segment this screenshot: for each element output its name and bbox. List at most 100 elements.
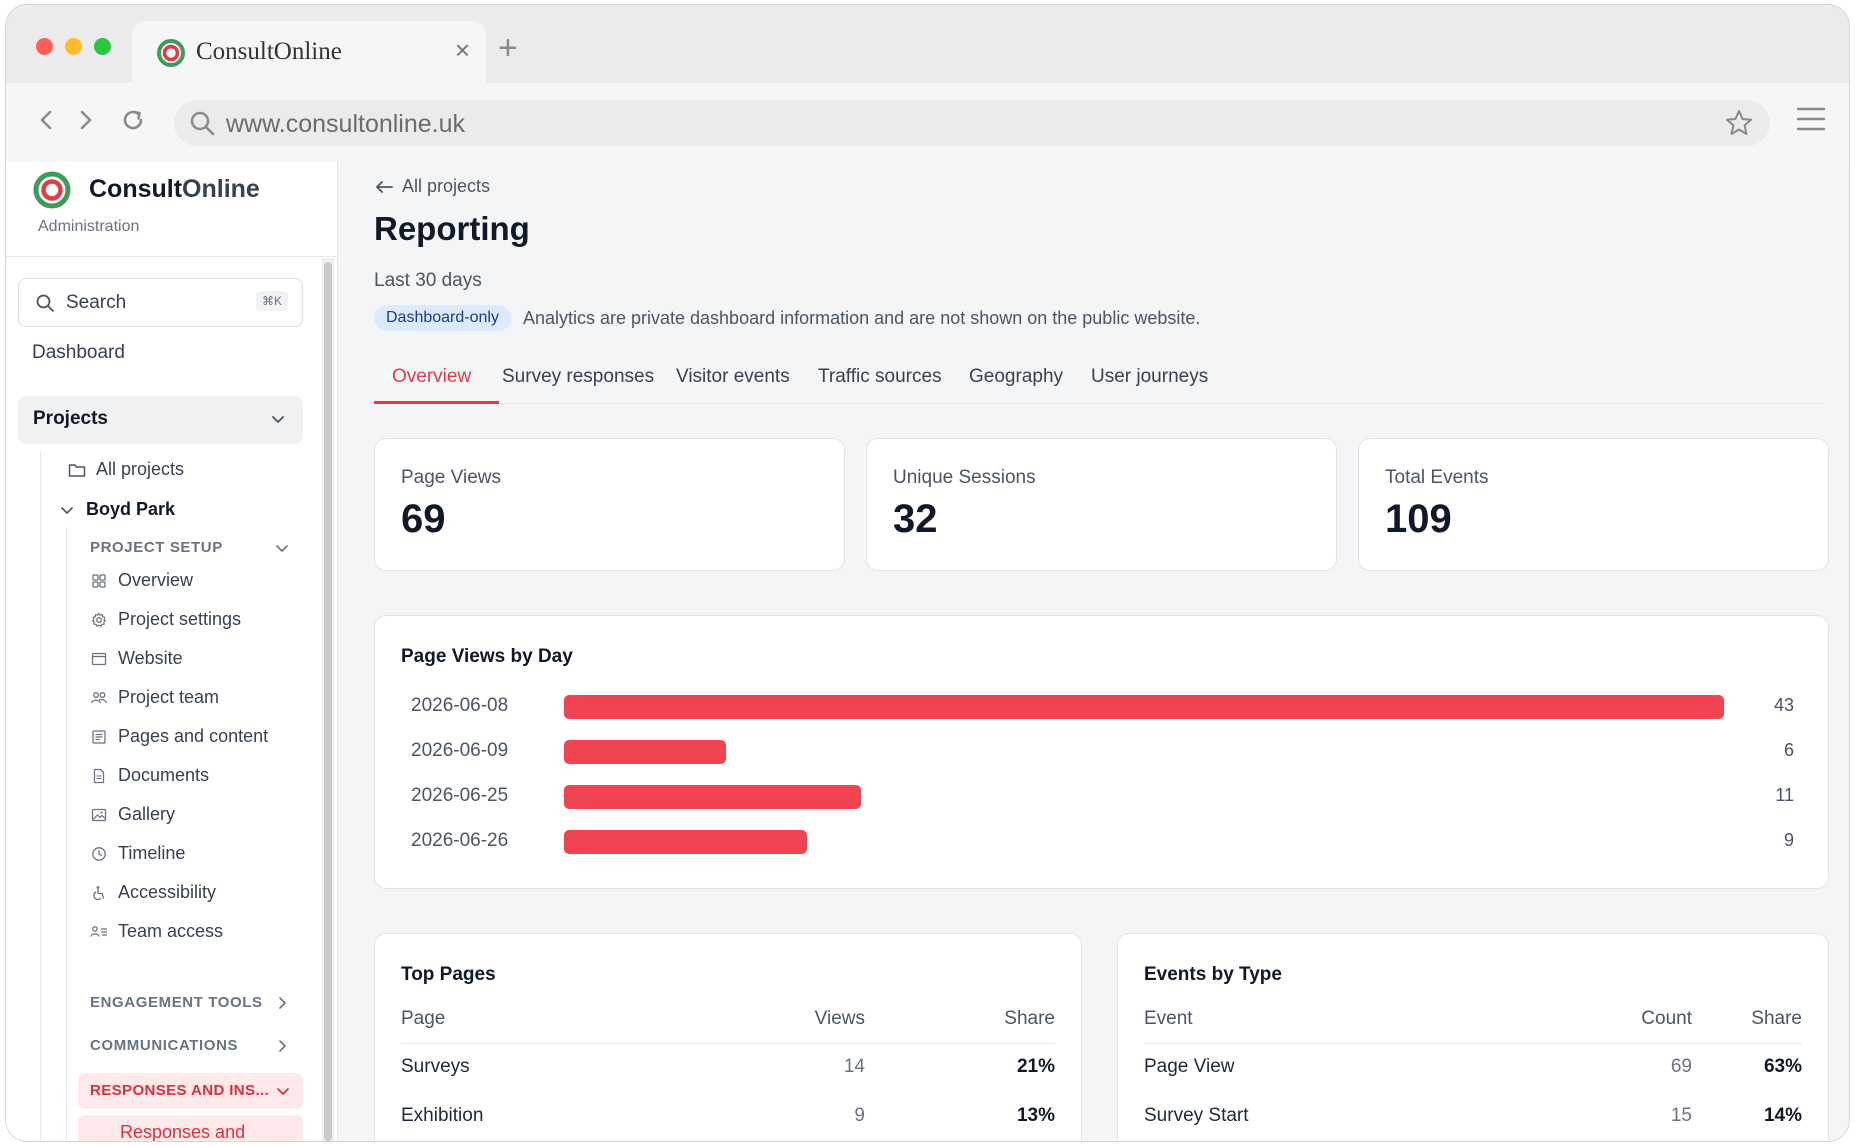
sidebar-item-team-access[interactable]: Team access: [90, 921, 223, 942]
dashboard-only-badge: Dashboard-only: [374, 305, 511, 331]
tab-survey-responses[interactable]: Survey responses: [502, 366, 654, 388]
group-header-project-setup[interactable]: PROJECT SETUP: [90, 539, 223, 556]
column-header: Views: [814, 1008, 865, 1029]
stat-label: Total Events: [1385, 467, 1489, 488]
chevron-down-icon: [277, 1088, 289, 1095]
bar-value: 11: [1775, 785, 1794, 805]
page-name: Exhibition: [401, 1105, 484, 1126]
tab-title: ConsultOnline: [196, 38, 342, 65]
page-views-count: 14: [843, 1056, 865, 1077]
bar-date: 2026-06-26: [411, 830, 509, 851]
sidebar-item-documents[interactable]: Documents: [90, 765, 209, 786]
bar-value: 43: [1773, 695, 1794, 715]
tab-overview[interactable]: Overview: [392, 366, 471, 388]
tab-user-journeys[interactable]: User journeys: [1091, 366, 1208, 388]
search-input[interactable]: Search ⌘K: [18, 278, 303, 327]
clock-icon: [90, 845, 108, 863]
bar-date: 2026-06-25: [411, 785, 509, 806]
tab-traffic-sources[interactable]: Traffic sources: [818, 366, 942, 388]
hamburger-menu-icon[interactable]: [1797, 107, 1825, 131]
sidebar-item-label: Projects: [33, 408, 108, 429]
column-header: Share: [1004, 1008, 1055, 1029]
stat-value: 109: [1385, 497, 1452, 541]
chevron-right-icon[interactable]: [274, 995, 290, 1011]
forward-arrow-icon[interactable]: [68, 103, 102, 137]
maximize-window-button[interactable]: [94, 38, 111, 55]
stat-card-page-views: Page Views 69: [374, 438, 845, 571]
tab-close-icon[interactable]: ×: [455, 37, 470, 63]
consultonline-logo-icon: [33, 171, 71, 209]
grid-icon: [90, 572, 108, 590]
minimize-window-button[interactable]: [65, 38, 82, 55]
gear-icon: [90, 611, 108, 629]
bar-row: 2026-06-08 43: [411, 692, 1794, 722]
tab-geography[interactable]: Geography: [969, 366, 1063, 388]
document-icon: [90, 767, 108, 785]
sidebar-item-accessibility[interactable]: Accessibility: [90, 882, 216, 903]
chevron-right-icon[interactable]: [274, 1038, 290, 1054]
group-header-communications[interactable]: COMMUNICATIONS: [90, 1037, 238, 1054]
close-window-button[interactable]: [36, 38, 53, 55]
event-share: 14%: [1763, 1105, 1802, 1126]
back-link-label: All projects: [402, 176, 491, 196]
bar-track: [564, 830, 1724, 854]
search-placeholder: Search: [66, 292, 127, 313]
back-arrow-icon[interactable]: [30, 103, 64, 137]
bar-fill: [564, 785, 861, 809]
sidebar-item-label: Accessibility: [118, 882, 217, 902]
consultonline-logo-icon: [157, 39, 185, 67]
page-views-count: 9: [854, 1105, 865, 1126]
sidebar-item-timeline[interactable]: Timeline: [90, 843, 185, 864]
sidebar-item-dashboard[interactable]: Dashboard: [32, 342, 125, 364]
bar-track: [564, 785, 1724, 809]
card-title: Top Pages: [401, 964, 496, 985]
browser-icon: [90, 650, 108, 668]
sidebar-item-all-projects[interactable]: All projects: [68, 459, 184, 480]
sidebar-scroll-thumb[interactable]: [324, 262, 332, 1141]
new-tab-button[interactable]: +: [498, 31, 518, 65]
bar-value: 6: [1783, 740, 1794, 760]
bar-row: 2026-06-25 11: [411, 782, 1794, 812]
back-to-all-projects-link[interactable]: All projects: [374, 176, 490, 197]
sidebar-item-gallery[interactable]: Gallery: [90, 804, 175, 825]
group-header-label: RESPONSES AND INS...: [90, 1082, 270, 1099]
sidebar-item-label: Documents: [118, 765, 210, 785]
sidebar-item-boyd-park[interactable]: Boyd Park: [58, 499, 175, 520]
group-header-responses-and-insights[interactable]: RESPONSES AND INS...: [78, 1073, 303, 1109]
sidebar-item-overview[interactable]: Overview: [90, 570, 193, 591]
column-header: Count: [1641, 1008, 1692, 1029]
sidebar-item-project-team[interactable]: Project team: [90, 687, 219, 708]
browser-tab[interactable]: ConsultOnline ×: [132, 21, 486, 83]
bar-track: [564, 740, 1724, 764]
column-header: Share: [1751, 1008, 1802, 1029]
sidebar-item-project-settings[interactable]: Project settings: [90, 609, 241, 630]
sidebar-item-label: Project team: [118, 687, 220, 707]
card-title: Events by Type: [1144, 964, 1282, 985]
bar-fill: [564, 695, 1724, 719]
column-header: Event: [1144, 1008, 1193, 1029]
sidebar-item-label: Website: [118, 648, 183, 668]
bookmark-star-icon[interactable]: [1724, 108, 1754, 138]
stat-label: Unique Sessions: [893, 467, 1036, 488]
date-range-label: Last 30 days: [374, 270, 482, 291]
table-header: Page Views Share: [401, 1004, 1055, 1044]
group-header-engagement-tools[interactable]: ENGAGEMENT TOOLS: [90, 994, 263, 1011]
sidebar-item-website[interactable]: Website: [90, 648, 183, 669]
brand-subtitle: Administration: [38, 218, 140, 235]
sidebar: ConsultOnline Administration Search ⌘K D…: [6, 162, 338, 1141]
bar-fill: [564, 830, 807, 854]
chevron-down-icon[interactable]: [274, 540, 290, 556]
sidebar-item-pages-and-content[interactable]: Pages and content: [90, 726, 268, 747]
privacy-notice-text: Analytics are private dashboard informat…: [522, 307, 1201, 328]
stat-card-unique-sessions: Unique Sessions 32: [866, 438, 1337, 571]
address-bar[interactable]: www.consultonline.uk: [174, 100, 1770, 146]
sidebar-item-responses-and-insights[interactable]: Responses and: [78, 1115, 303, 1141]
search-shortcut: ⌘K: [255, 291, 288, 311]
bar-track: [564, 695, 1724, 719]
search-icon: [190, 111, 215, 136]
sidebar-item-projects[interactable]: Projects: [18, 396, 303, 444]
sidebar-item-label: Responses and: [120, 1122, 246, 1141]
page-title: Reporting: [374, 210, 530, 247]
reload-icon[interactable]: [116, 103, 150, 137]
tab-visitor-events[interactable]: Visitor events: [676, 366, 790, 388]
